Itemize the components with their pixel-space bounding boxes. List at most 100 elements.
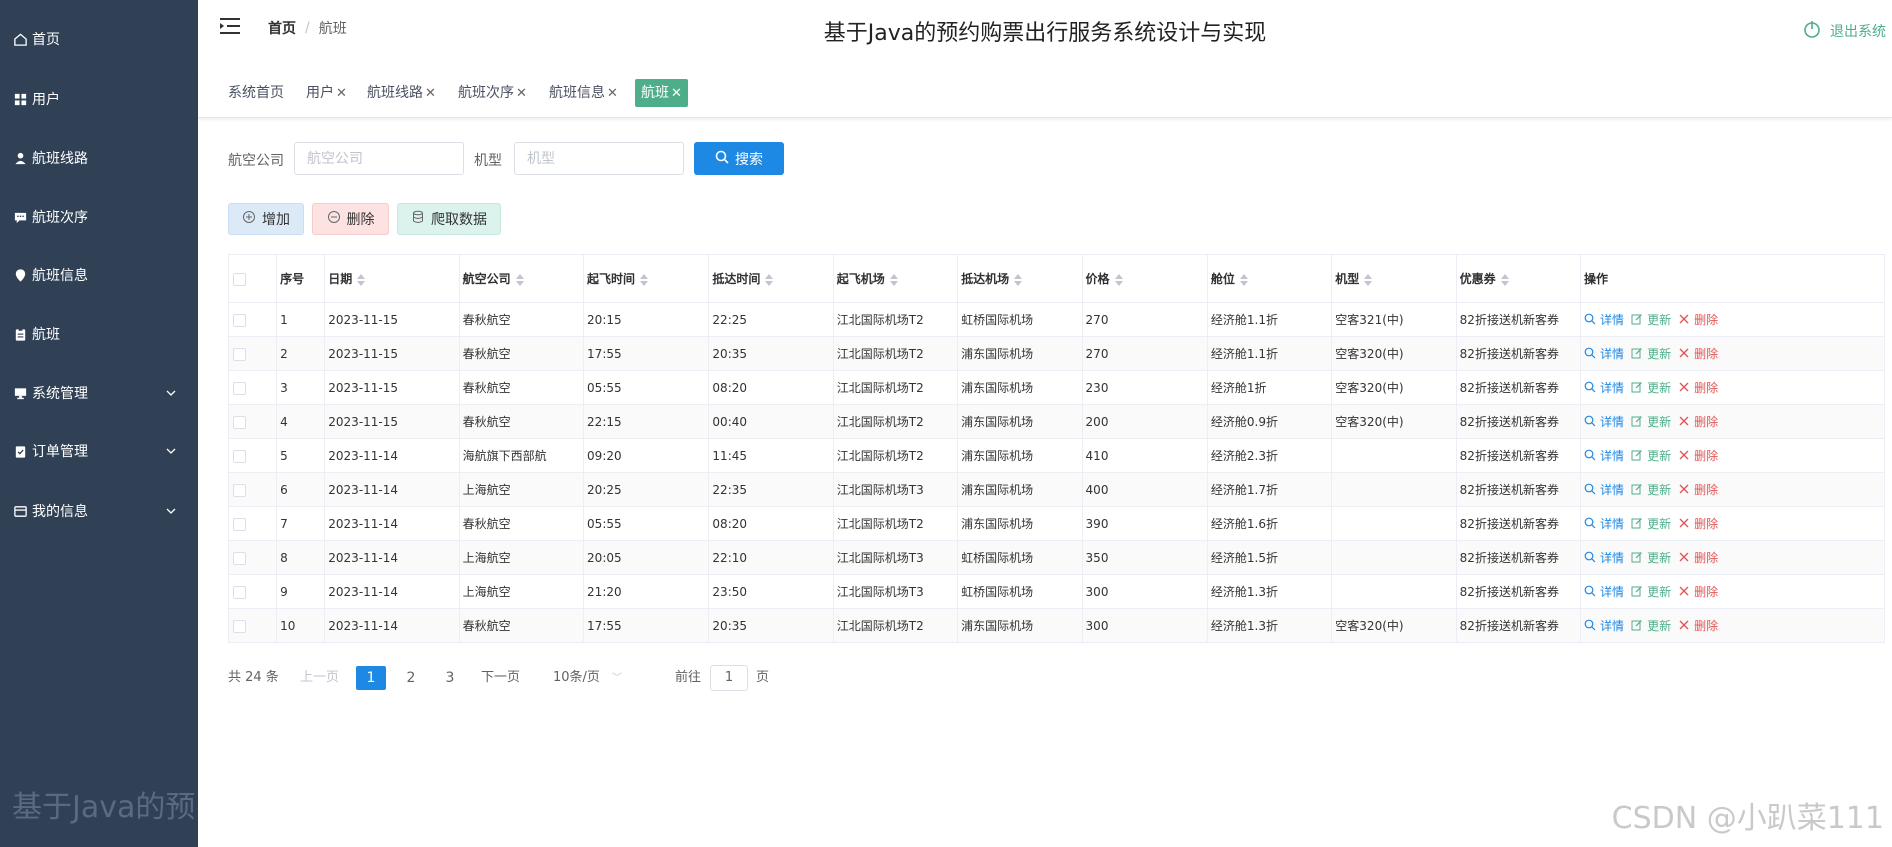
update-button[interactable]: 更新 (1631, 345, 1671, 362)
sidebar-item-0[interactable]: 首页 (0, 19, 198, 59)
table-row[interactable]: 4 2023-11-15 春秋航空 22:15 00:40 江北国际机场T2 浦东国际机场 2… (227, 404, 1885, 439)
page-2-button[interactable]: 2 (396, 666, 426, 690)
table-row[interactable]: 9 2023-11-14 上海航空 21:20 23:50 江北国际机场T3 虹桥国际机场 3… (227, 574, 1885, 609)
sidebar-item-5[interactable]: 航班 (0, 314, 198, 354)
detail-button[interactable]: 详情 (1584, 447, 1624, 464)
detail-button[interactable]: 详情 (1584, 345, 1624, 362)
update-button[interactable]: 更新 (1631, 413, 1671, 430)
table-row[interactable]: 2 2023-11-15 春秋航空 17:55 20:35 江北国际机场T2 浦东国际机场 2… (227, 336, 1885, 371)
sidebar-item-8[interactable]: 我的信息 (0, 491, 198, 531)
goto-page-input[interactable]: 1 (710, 665, 748, 691)
detail-button[interactable]: 详情 (1584, 481, 1624, 498)
model-input[interactable] (514, 142, 684, 175)
sort-icon[interactable] (1239, 273, 1248, 286)
table-cell: 2023-11-14 (324, 574, 460, 609)
tab-0[interactable]: 系统首页 (222, 79, 290, 107)
update-button[interactable]: 更新 (1631, 311, 1671, 328)
search-button[interactable]: 搜索 (694, 142, 784, 175)
row-checkbox[interactable] (233, 449, 246, 463)
row-delete-button[interactable]: 删除 (1678, 379, 1718, 396)
close-icon[interactable]: ✕ (516, 86, 527, 101)
table-cell: 22:15 (583, 404, 710, 439)
table-row[interactable]: 1 2023-11-15 春秋航空 20:15 22:25 江北国际机场T2 虹桥国际机场 2… (227, 302, 1885, 337)
row-delete-button[interactable]: 删除 (1678, 345, 1718, 362)
update-button[interactable]: 更新 (1631, 515, 1671, 532)
airline-input[interactable] (294, 142, 464, 175)
table-row[interactable]: 10 2023-11-14 春秋航空 17:55 20:35 江北国际机场T2 浦东国际机场… (227, 608, 1885, 643)
table-row[interactable]: 6 2023-11-14 上海航空 20:25 22:35 江北国际机场T3 浦东国际机场 4… (227, 472, 1885, 507)
sort-icon[interactable] (640, 273, 649, 286)
row-checkbox[interactable] (233, 313, 246, 327)
sort-icon[interactable] (889, 273, 898, 286)
crawl-data-button[interactable]: 爬取数据 (397, 203, 501, 235)
row-checkbox[interactable] (233, 381, 246, 395)
update-button[interactable]: 更新 (1631, 481, 1671, 498)
detail-button[interactable]: 详情 (1584, 413, 1624, 430)
row-checkbox[interactable] (233, 347, 246, 361)
sort-icon[interactable] (1500, 273, 1509, 286)
row-delete-button[interactable]: 删除 (1678, 617, 1718, 634)
tab-5[interactable]: 航班 ✕ (635, 79, 688, 107)
table-row[interactable]: 5 2023-11-14 海航旗下西部航 09:20 11:45 江北国际机场T2 浦东国际… (227, 438, 1885, 473)
logout-button[interactable]: 退出系统 (1803, 20, 1886, 42)
search-icon (1584, 483, 1600, 495)
detail-button[interactable]: 详情 (1584, 583, 1624, 600)
row-delete-button[interactable]: 删除 (1678, 481, 1718, 498)
page-size-select[interactable]: 10条/页 ﹀ (553, 666, 633, 690)
update-button[interactable]: 更新 (1631, 617, 1671, 634)
tab-4[interactable]: 航班信息 ✕ (543, 79, 624, 107)
row-delete-button[interactable]: 删除 (1678, 583, 1718, 600)
row-checkbox[interactable] (233, 483, 246, 497)
detail-button[interactable]: 详情 (1584, 515, 1624, 532)
close-icon (1678, 585, 1694, 597)
sidebar-item-2[interactable]: 航班线路 (0, 138, 198, 178)
row-delete-button[interactable]: 删除 (1678, 549, 1718, 566)
update-button[interactable]: 更新 (1631, 447, 1671, 464)
sort-icon[interactable] (357, 273, 366, 286)
row-checkbox[interactable] (233, 585, 246, 599)
tab-1[interactable]: 用户 ✕ (300, 79, 353, 107)
detail-button[interactable]: 详情 (1584, 379, 1624, 396)
tab-2[interactable]: 航班线路 ✕ (361, 79, 442, 107)
sort-icon[interactable] (515, 273, 524, 286)
page-1-button[interactable]: 1 (356, 666, 386, 690)
update-button[interactable]: 更新 (1631, 549, 1671, 566)
row-checkbox[interactable] (233, 517, 246, 531)
detail-button[interactable]: 详情 (1584, 549, 1624, 566)
add-button[interactable]: 增加 (228, 203, 304, 235)
table-cell: 82折接送机新客券 (1455, 404, 1582, 439)
row-checkbox[interactable] (233, 551, 246, 565)
close-icon[interactable]: ✕ (336, 86, 347, 101)
table-row[interactable]: 8 2023-11-14 上海航空 20:05 22:10 江北国际机场T3 虹桥国际机场 3… (227, 540, 1885, 575)
page-3-button[interactable]: 3 (435, 666, 465, 690)
sidebar-item-7[interactable]: 订单管理 (0, 431, 198, 471)
select-all-checkbox[interactable] (233, 272, 246, 286)
close-icon[interactable]: ✕ (425, 86, 436, 101)
sidebar-item-6[interactable]: 系统管理 (0, 373, 198, 413)
update-button[interactable]: 更新 (1631, 583, 1671, 600)
sort-icon[interactable] (1364, 273, 1373, 286)
sort-icon[interactable] (1114, 273, 1123, 286)
row-delete-button[interactable]: 删除 (1678, 515, 1718, 532)
delete-button[interactable]: 删除 (312, 203, 389, 235)
row-delete-button[interactable]: 删除 (1678, 447, 1718, 464)
close-icon[interactable]: ✕ (607, 86, 618, 101)
row-delete-button[interactable]: 删除 (1678, 311, 1718, 328)
detail-button[interactable]: 详情 (1584, 617, 1624, 634)
close-icon[interactable]: ✕ (671, 86, 682, 101)
row-delete-button[interactable]: 删除 (1678, 413, 1718, 430)
sort-icon[interactable] (1014, 273, 1023, 286)
table-row[interactable]: 7 2023-11-14 春秋航空 05:55 08:20 江北国际机场T2 浦东国际机场 3… (227, 506, 1885, 541)
prev-page-button[interactable]: 上一页 (300, 666, 339, 690)
sidebar-item-4[interactable]: 航班信息 (0, 255, 198, 295)
next-page-button[interactable]: 下一页 (481, 666, 520, 690)
tab-3[interactable]: 航班次序 ✕ (452, 79, 533, 107)
update-button[interactable]: 更新 (1631, 379, 1671, 396)
sort-icon[interactable] (765, 273, 774, 286)
sidebar-item-3[interactable]: 航班次序 (0, 197, 198, 237)
table-row[interactable]: 3 2023-11-15 春秋航空 05:55 08:20 江北国际机场T2 浦东国际机场 2… (227, 370, 1885, 405)
row-checkbox[interactable] (233, 415, 246, 429)
row-checkbox[interactable] (233, 619, 246, 633)
detail-button[interactable]: 详情 (1584, 311, 1624, 328)
sidebar-item-1[interactable]: 用户 (0, 79, 198, 119)
